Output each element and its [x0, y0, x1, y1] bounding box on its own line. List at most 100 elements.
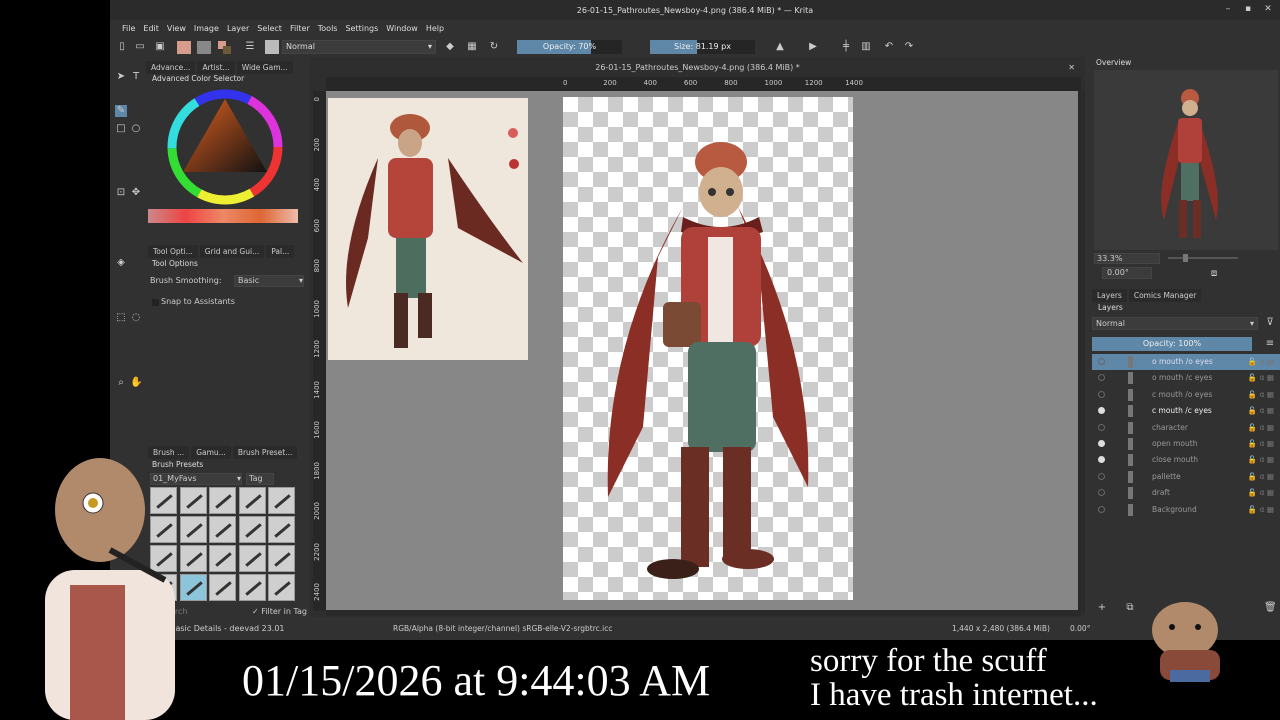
- tab-tool-options[interactable]: Tool Opti...: [148, 245, 198, 258]
- brush-preset[interactable]: [238, 574, 266, 601]
- undo-icon[interactable]: ↶: [883, 41, 895, 53]
- vertical-scrollbar[interactable]: [1078, 91, 1085, 611]
- pan-tool-icon[interactable]: ✋: [130, 377, 142, 389]
- tab-comics-manager[interactable]: Comics Manager: [1128, 289, 1202, 302]
- brush-settings-icon[interactable]: ☰: [244, 41, 256, 53]
- visibility-eye-icon[interactable]: [1098, 472, 1105, 480]
- layer-row[interactable]: pallette 🔓 α ▦: [1092, 469, 1280, 485]
- layer-lock-alpha-icons[interactable]: 🔓 α ▦: [1248, 469, 1274, 485]
- layer-lock-alpha-icons[interactable]: 🔓 α ▦: [1248, 420, 1274, 436]
- menu-help[interactable]: Help: [422, 20, 448, 38]
- blend-mode-select[interactable]: Normal ▾: [282, 40, 436, 54]
- menu-filter[interactable]: Filter: [286, 20, 314, 38]
- menu-edit[interactable]: Edit: [139, 20, 163, 38]
- menu-window[interactable]: Window: [382, 20, 422, 38]
- rectangle-tool-icon[interactable]: □: [115, 123, 127, 135]
- brush-preset-icon[interactable]: [265, 40, 279, 54]
- tag-button[interactable]: Tag: [246, 473, 274, 485]
- layer-row[interactable]: draft 🔓 α ▦: [1092, 485, 1280, 501]
- layer-row[interactable]: character 🔓 α ▦: [1092, 420, 1280, 436]
- reference-image[interactable]: [328, 98, 528, 360]
- wrap-icon[interactable]: ╪: [840, 41, 852, 53]
- fill-tool-icon[interactable]: ◈: [115, 257, 127, 269]
- tab-gamut[interactable]: Gamu...: [191, 446, 231, 459]
- rect-select-icon[interactable]: ⬚: [115, 312, 127, 324]
- background-color[interactable]: [223, 46, 231, 54]
- filter-icon[interactable]: ⊽: [1264, 317, 1276, 329]
- tab-palette[interactable]: Pal...: [266, 245, 295, 258]
- brush-preset[interactable]: [238, 487, 266, 514]
- zoom-select[interactable]: 33.3%: [1094, 253, 1160, 264]
- new-document-icon[interactable]: ▯: [116, 41, 128, 53]
- layer-row[interactable]: c mouth /o eyes 🔓 α ▦: [1092, 387, 1280, 403]
- layer-row[interactable]: open mouth 🔓 α ▦: [1092, 436, 1280, 452]
- workspace-icon[interactable]: ▥: [860, 41, 872, 53]
- horizontal-scrollbar[interactable]: [326, 610, 1081, 616]
- menu-select[interactable]: Select: [253, 20, 286, 38]
- visibility-eye-icon[interactable]: [1098, 505, 1105, 513]
- layer-row[interactable]: o mouth /c eyes 🔓 α ▦: [1092, 370, 1280, 386]
- brush-preset[interactable]: [238, 516, 266, 543]
- layer-lock-alpha-icons[interactable]: 🔓 α ▦: [1248, 403, 1274, 419]
- mirror-horizontal-icon[interactable]: ▲: [774, 41, 786, 53]
- menu-image[interactable]: Image: [190, 20, 223, 38]
- add-layer-icon[interactable]: +: [1096, 602, 1108, 614]
- visibility-eye-icon[interactable]: [1098, 456, 1105, 464]
- tab-brush-presets[interactable]: Brush Preset...: [232, 446, 298, 459]
- rotation-field[interactable]: 0.00°: [1102, 267, 1152, 279]
- redo-icon[interactable]: ↷: [903, 41, 915, 53]
- visibility-eye-icon[interactable]: [1098, 440, 1105, 447]
- zoom-tool-icon[interactable]: ⌕: [115, 377, 127, 389]
- layer-lock-alpha-icons[interactable]: 🔓 α ▦: [1248, 354, 1274, 370]
- layer-row[interactable]: o mouth /o eyes 🔓 α ▦: [1092, 354, 1280, 371]
- text-tool-icon[interactable]: T: [130, 71, 142, 83]
- brush-preset[interactable]: [209, 545, 236, 572]
- layer-opacity-slider[interactable]: Opacity: 100%: [1092, 337, 1252, 351]
- document-canvas[interactable]: [563, 97, 853, 600]
- close-tab-icon[interactable]: ✕: [1068, 61, 1075, 75]
- menu-settings[interactable]: Settings: [341, 20, 382, 38]
- visibility-eye-icon[interactable]: [1098, 489, 1105, 497]
- ellipse-tool-icon[interactable]: ○: [130, 123, 142, 135]
- save-icon[interactable]: ▣: [154, 41, 166, 53]
- pattern-swatch[interactable]: [197, 41, 211, 54]
- color-history-bar[interactable]: [148, 209, 298, 223]
- reload-icon[interactable]: ↻: [488, 41, 500, 53]
- brush-preset[interactable]: [209, 516, 236, 543]
- layer-blend-select[interactable]: Normal ▾: [1092, 317, 1258, 330]
- menu-tools[interactable]: Tools: [314, 20, 342, 38]
- tab-grid-guides[interactable]: Grid and Gui...: [199, 245, 265, 258]
- alpha-lock-icon[interactable]: ▦: [466, 41, 478, 53]
- layer-lock-alpha-icons[interactable]: 🔓 α ▦: [1248, 387, 1274, 403]
- layer-lock-alpha-icons[interactable]: 🔓 α ▦: [1248, 485, 1274, 501]
- crop-tool-icon[interactable]: ⊡: [115, 187, 127, 199]
- visibility-eye-icon[interactable]: [1098, 407, 1105, 415]
- visibility-eye-icon[interactable]: [1098, 358, 1105, 365]
- document-tab[interactable]: 26-01-15_Pathroutes_Newsboy-4.png (386.4…: [310, 61, 1085, 75]
- brush-smoothing-select[interactable]: Basic ▾: [234, 275, 304, 287]
- ellipse-select-icon[interactable]: ◌: [130, 312, 142, 324]
- overview-thumbnail[interactable]: [1094, 70, 1278, 250]
- duplicate-layer-icon[interactable]: ⧉: [1124, 602, 1136, 614]
- open-document-icon[interactable]: ▭: [134, 41, 146, 53]
- layer-row[interactable]: Background 🔓 α ▦: [1092, 502, 1280, 518]
- snap-checkbox[interactable]: [152, 299, 159, 306]
- minimize-button[interactable]: –: [1223, 4, 1233, 14]
- brush-preset[interactable]: [209, 487, 236, 514]
- close-window-button[interactable]: ✕: [1263, 4, 1273, 14]
- filter-in-tag-checkbox[interactable]: ✓ Filter in Tag: [252, 607, 307, 616]
- gradient-swatch[interactable]: [177, 41, 191, 54]
- layer-row[interactable]: close mouth 🔓 α ▦: [1092, 452, 1280, 468]
- layer-row[interactable]: c mouth /c eyes 🔓 α ▦: [1092, 403, 1280, 419]
- brush-preset[interactable]: [268, 545, 295, 572]
- mirror-vertical-icon[interactable]: ▶: [807, 41, 819, 53]
- menu-file[interactable]: File: [118, 20, 139, 38]
- opacity-slider[interactable]: Opacity: 70%: [517, 40, 622, 54]
- move-tool-icon[interactable]: ✥: [130, 187, 142, 199]
- brush-tool-icon[interactable]: ✎: [115, 105, 127, 117]
- eraser-icon[interactable]: ◆: [444, 41, 456, 53]
- zoom-slider[interactable]: [1168, 254, 1238, 262]
- mirror-view-icon[interactable]: ⧈: [1208, 268, 1220, 280]
- brush-preset[interactable]: [268, 516, 295, 543]
- menu-view[interactable]: View: [163, 20, 190, 38]
